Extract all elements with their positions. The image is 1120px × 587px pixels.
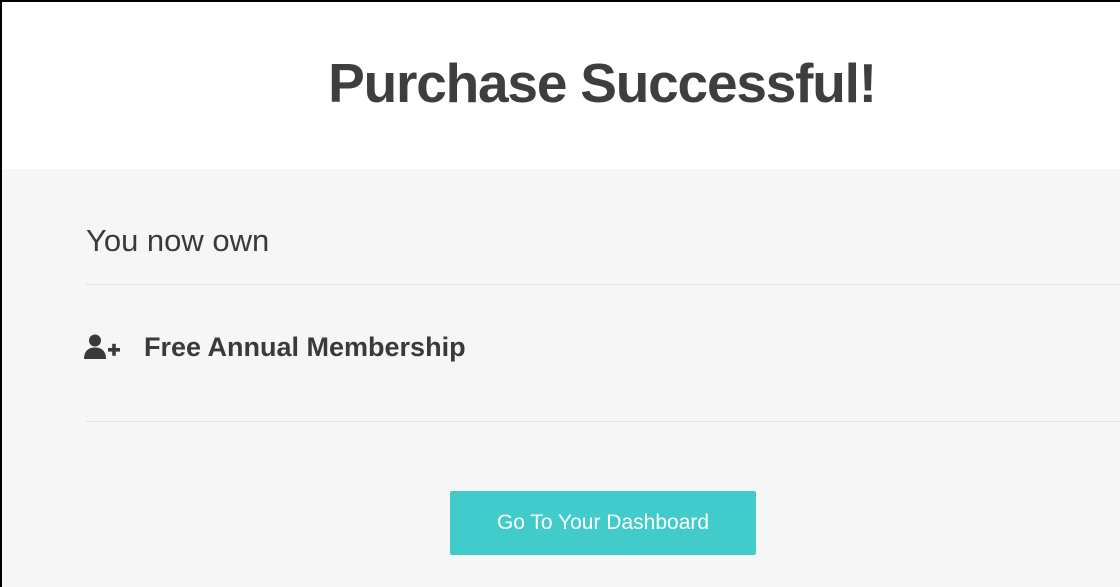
owned-heading: You now own (86, 223, 270, 258)
page-title: Purchase Successful! (328, 52, 877, 114)
owned-item-label: Free Annual Membership (144, 332, 466, 362)
divider (86, 284, 1120, 285)
user-plus-icon (84, 334, 122, 360)
page-header: Purchase Successful! (2, 2, 1120, 169)
purchase-confirmation-page: Purchase Successful! You now own Free An… (0, 0, 1120, 587)
divider (86, 421, 1120, 422)
owned-item: Free Annual Membership (84, 327, 466, 367)
owned-items-panel: You now own Free Annual Membership Go To… (2, 169, 1120, 587)
go-to-dashboard-button[interactable]: Go To Your Dashboard (450, 491, 756, 555)
